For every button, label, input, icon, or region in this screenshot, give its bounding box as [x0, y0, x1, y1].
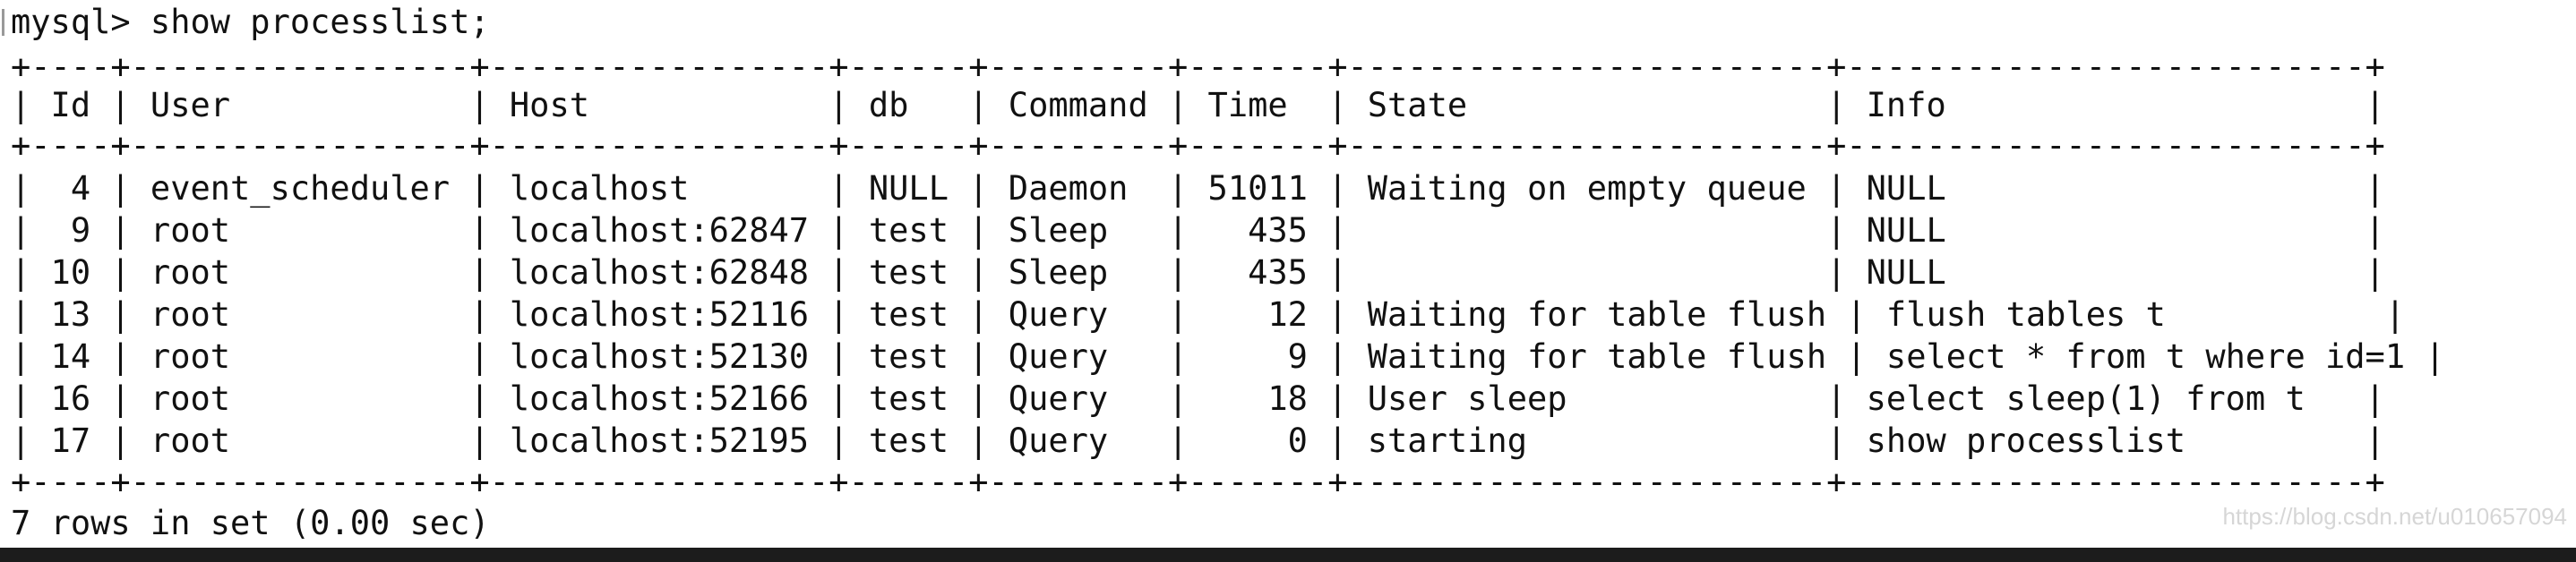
table-row: | 10 | root | localhost:62848 | test | S…: [11, 253, 2385, 292]
bottom-bar: [0, 548, 2576, 562]
command-prompt: mysql> show processlist;: [11, 3, 490, 41]
terminal-window[interactable]: mysql> show processlist; +----+---------…: [0, 0, 2576, 548]
cursor-marker: [2, 9, 4, 36]
table-row: | 9 | root | localhost:62847 | test | Sl…: [11, 211, 2385, 250]
table-row: | 16 | root | localhost:52166 | test | Q…: [11, 379, 2385, 418]
table-border-top: +----+-----------------+----------------…: [11, 47, 2385, 86]
watermark-url: https://blog.csdn.net/u010657094: [2222, 503, 2567, 530]
table-border-header: +----+-----------------+----------------…: [11, 126, 2385, 165]
table-row: | 14 | root | localhost:52130 | test | Q…: [11, 337, 2445, 376]
result-summary: 7 rows in set (0.00 sec): [11, 504, 490, 542]
table-row: | 17 | root | localhost:52195 | test | Q…: [11, 422, 2385, 460]
table-border-bottom: +----+-----------------+----------------…: [11, 463, 2385, 501]
table-row: | 13 | root | localhost:52116 | test | Q…: [11, 295, 2406, 334]
table-header-row: | Id | User | Host | db | Command | Time…: [11, 86, 2385, 124]
table-row: | 4 | event_scheduler | localhost | NULL…: [11, 169, 2385, 208]
